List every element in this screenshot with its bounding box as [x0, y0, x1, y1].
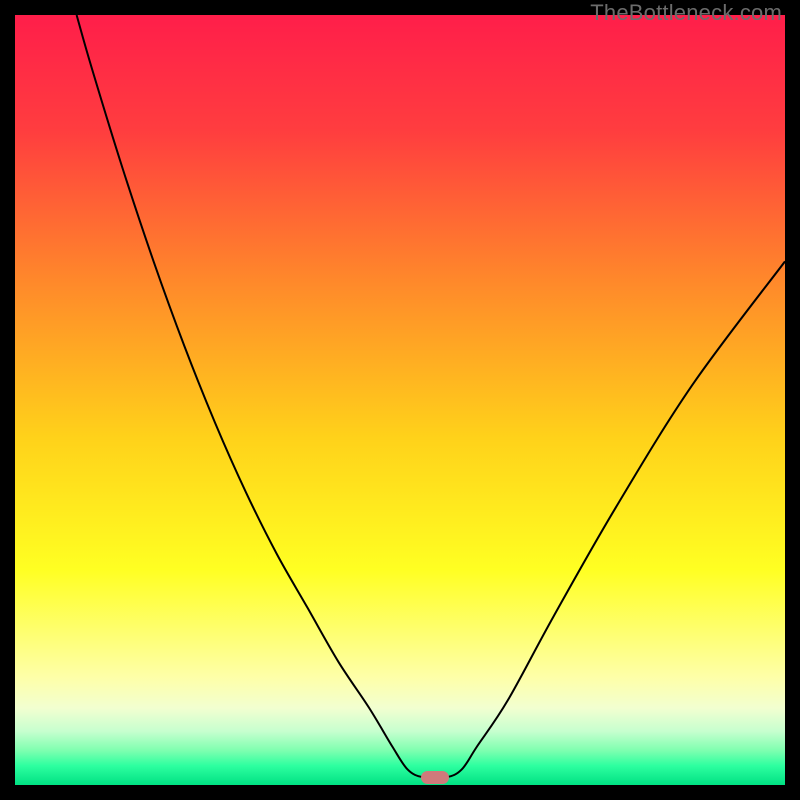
watermark: TheBottleneck.com	[590, 0, 782, 26]
optimum-marker	[421, 771, 449, 784]
plot-area	[15, 15, 785, 785]
bottleneck-curve	[77, 15, 785, 778]
curve-layer	[15, 15, 785, 785]
chart-canvas: TheBottleneck.com	[0, 0, 800, 800]
